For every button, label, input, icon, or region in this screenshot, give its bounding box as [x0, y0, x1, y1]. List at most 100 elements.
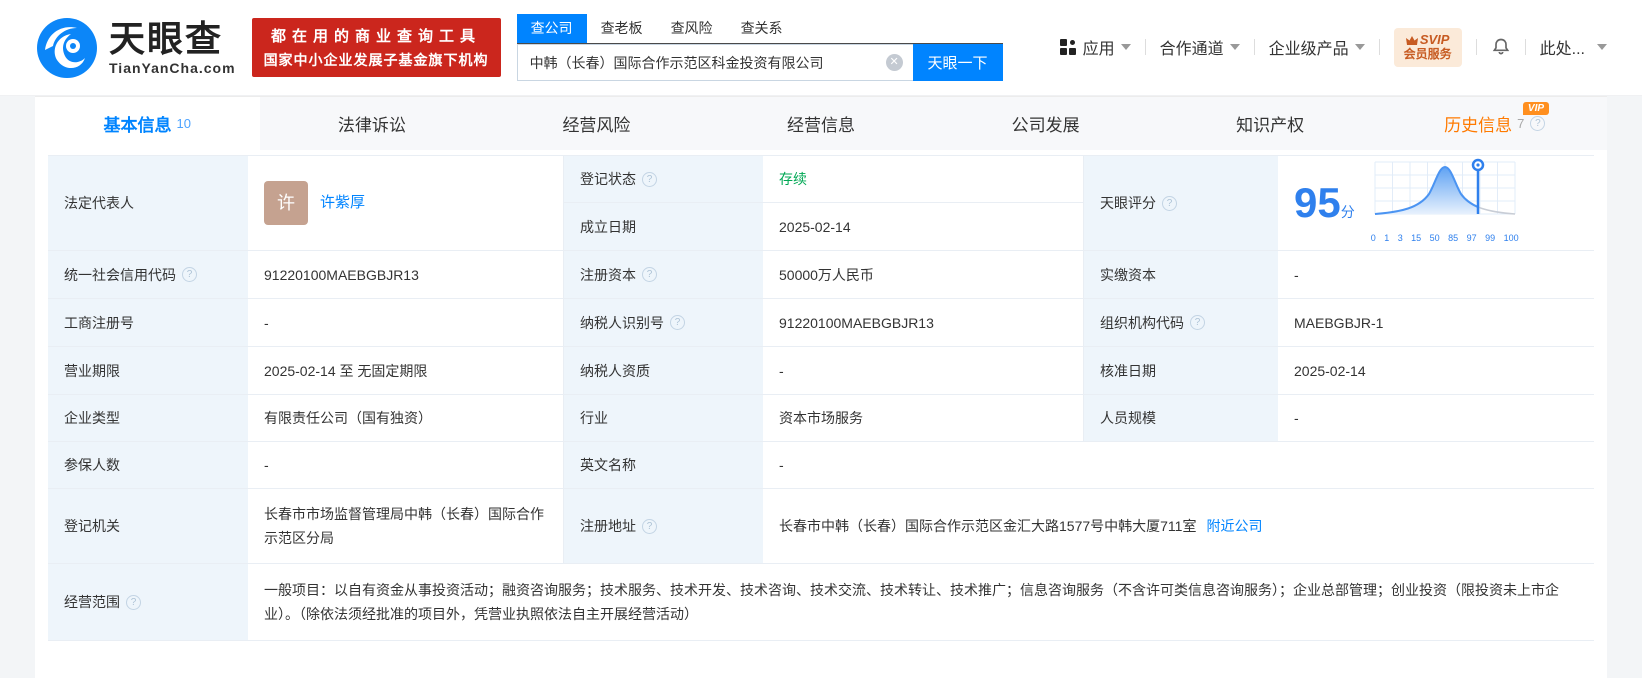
- field-value-org-code: MAEBGBJR-1: [1278, 299, 1594, 347]
- field-label-text: 人员规模: [1100, 410, 1156, 426]
- help-icon[interactable]: [1162, 195, 1177, 211]
- nearby-companies-link[interactable]: 附近公司: [1206, 514, 1262, 538]
- tab-label: 基本信息: [103, 116, 172, 135]
- field-label-text: 成立日期: [580, 218, 636, 235]
- field-value-reg-status: 存续: [763, 156, 1083, 203]
- axis-tick: 50: [1429, 233, 1440, 243]
- field-label-text: 行业: [580, 410, 608, 426]
- svip-label-top: SVIP: [1419, 32, 1450, 48]
- field-value-industry: 资本市场服务: [763, 395, 1083, 442]
- help-icon[interactable]: [642, 171, 657, 187]
- basic-info-table: 法定代表人 许 许紫厚 登记状态 存续 成立日期 2025-02-14 天眼评分…: [48, 155, 1594, 641]
- tab-business-info[interactable]: 经营信息: [709, 97, 934, 150]
- field-label-approval-date: 核准日期: [1083, 347, 1278, 395]
- legal-rep-avatar[interactable]: 许: [264, 181, 308, 225]
- tab-count-badge: 7: [1517, 116, 1525, 131]
- field-label-reg-capital: 注册资本: [563, 251, 763, 299]
- field-label-text: 实缴资本: [1100, 266, 1156, 283]
- field-label-establish-date: 成立日期: [563, 203, 763, 251]
- axis-tick: 0: [1370, 233, 1376, 243]
- nav-account-more[interactable]: 此处...: [1540, 35, 1607, 59]
- tab-company-development[interactable]: 公司发展: [933, 97, 1158, 150]
- field-value-text: 2025-02-14 至 无固定期限: [264, 362, 428, 379]
- axis-tick: 15: [1411, 233, 1422, 243]
- nav-apps[interactable]: 应用: [1059, 35, 1131, 59]
- nav-enterprise-label: 企业级产品: [1268, 41, 1349, 59]
- tab-operating-risk[interactable]: 经营风险: [484, 97, 709, 150]
- field-label-text: 组织机构代码: [1100, 314, 1184, 331]
- field-value-taxpayer-quality: -: [763, 347, 1083, 395]
- field-label-taxpayer-id: 纳税人识别号: [563, 299, 763, 347]
- top-header: 天眼查 TianYanCha.com 都在用的商业查询工具 国家中小企业发展子基…: [0, 0, 1642, 96]
- search-button[interactable]: 天眼一下: [912, 44, 1003, 81]
- field-value-establish-date: 2025-02-14: [763, 203, 1083, 251]
- field-label-text: 天眼评分: [1100, 195, 1156, 211]
- tab-label: 经营风险: [562, 116, 631, 135]
- tianyancha-logo[interactable]: 天眼查 TianYanCha.com: [35, 16, 236, 80]
- tab-label: 历史信息: [1444, 116, 1513, 135]
- nav-apps-label: 应用: [1082, 41, 1115, 59]
- field-value-text: -: [1294, 410, 1299, 426]
- field-label-text: 法定代表人: [64, 195, 134, 211]
- legal-rep-name-link[interactable]: 许紫厚: [320, 191, 365, 215]
- tab-basic-info[interactable]: 基本信息 10: [35, 97, 260, 150]
- field-label-text: 登记机关: [64, 518, 120, 534]
- field-value-reg-address: 长春市中韩（长春）国际合作示范区金汇大路1577号中韩大厦711室 附近公司: [763, 489, 1594, 564]
- field-label-text: 英文名称: [580, 457, 636, 473]
- field-label-credit-code: 统一社会信用代码: [48, 251, 248, 299]
- tab-history-info[interactable]: VIP 历史信息 7: [1382, 97, 1607, 150]
- search-tab-relation[interactable]: 查关系: [727, 14, 797, 43]
- field-value-text: -: [264, 314, 269, 331]
- help-icon[interactable]: [1190, 315, 1205, 330]
- axis-tick: 99: [1485, 233, 1496, 243]
- help-icon[interactable]: [126, 594, 141, 610]
- field-label-business-term: 营业期限: [48, 347, 248, 395]
- field-value-credit-code: 91220100MAEBGBJR13: [248, 251, 563, 299]
- tab-intellectual-property[interactable]: 知识产权: [1158, 97, 1383, 150]
- field-value-legal-rep: 许 许紫厚: [248, 156, 563, 251]
- divider: [1253, 39, 1255, 56]
- field-value-text: 91220100MAEBGBJR13: [264, 266, 419, 283]
- field-value-text: 长春市市场监督管理局中韩（长春）国际合作示范区分局: [264, 506, 544, 546]
- field-value-staff-size: -: [1278, 395, 1594, 442]
- field-value-paid-capital: -: [1278, 251, 1594, 299]
- field-label-text: 经营范围: [64, 594, 120, 610]
- search-block: 查公司 查老板 查风险 查关系 ✕ 天眼一下: [516, 14, 1003, 81]
- help-icon[interactable]: [642, 518, 657, 534]
- field-value-score: 95分 0 1 3 15 50 85 97 99 100: [1278, 156, 1594, 251]
- svip-label-bottom: 会员服务: [1403, 47, 1452, 62]
- promo-line2: 国家中小企业发展子基金旗下机构: [263, 52, 489, 68]
- tab-legal-proceedings[interactable]: 法律诉讼: [260, 97, 485, 150]
- field-label-english-name: 英文名称: [563, 442, 763, 489]
- help-icon[interactable]: [182, 267, 197, 282]
- search-input[interactable]: [516, 44, 913, 81]
- clear-search-icon[interactable]: ✕: [885, 54, 903, 71]
- nav-partner-channel[interactable]: 合作通道: [1160, 35, 1240, 59]
- help-icon[interactable]: [1530, 116, 1546, 131]
- field-value-reg-number: -: [248, 299, 563, 347]
- field-value-taxpayer-id: 91220100MAEBGBJR13: [763, 299, 1083, 347]
- svip-member-button[interactable]: SVIP 会员服务: [1393, 28, 1462, 67]
- chevron-down-icon: [1354, 44, 1365, 51]
- field-value-insured-count: -: [248, 442, 563, 489]
- search-tab-risk[interactable]: 查风险: [657, 14, 727, 43]
- field-value-text: -: [264, 457, 269, 473]
- field-value-text: 一般项目：以自有资金从事投资活动；融资咨询服务；技术服务、技术开发、技术咨询、技…: [264, 582, 1559, 622]
- field-value-text: -: [1294, 266, 1299, 283]
- field-label-text: 纳税人识别号: [580, 314, 664, 331]
- field-label-reg-authority: 登记机关: [48, 489, 248, 564]
- field-label-text: 营业期限: [64, 362, 120, 379]
- logo-domain: TianYanCha.com: [109, 59, 236, 76]
- help-icon[interactable]: [670, 315, 685, 330]
- field-label-text: 核准日期: [1100, 362, 1156, 379]
- crown-icon: [1405, 35, 1418, 45]
- nav-enterprise-products[interactable]: 企业级产品: [1269, 35, 1365, 59]
- field-label-staff-size: 人员规模: [1083, 395, 1278, 442]
- help-icon[interactable]: [642, 267, 657, 282]
- field-value-text: -: [779, 457, 784, 473]
- notification-bell-icon[interactable]: [1491, 36, 1511, 58]
- search-tab-company[interactable]: 查公司: [516, 14, 587, 43]
- field-label-reg-number: 工商注册号: [48, 299, 248, 347]
- search-tab-boss[interactable]: 查老板: [587, 14, 657, 43]
- divider: [1144, 39, 1146, 56]
